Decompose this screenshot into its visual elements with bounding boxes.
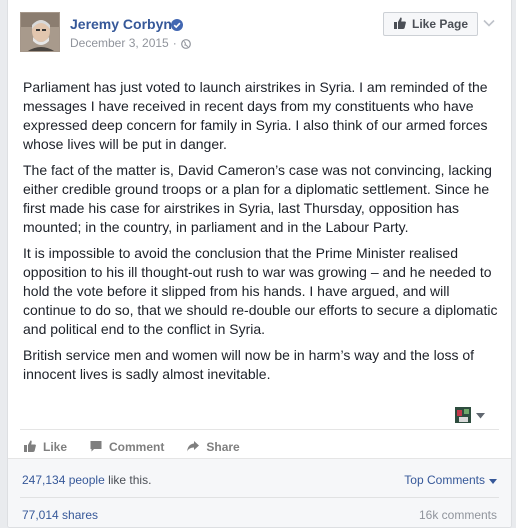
likes-summary: 247,134 people like this.	[22, 473, 151, 487]
user-avatar	[455, 407, 471, 423]
comment-label: Comment	[109, 440, 165, 454]
chevron-down-icon[interactable]	[482, 16, 496, 30]
comment-button[interactable]: Comment	[89, 437, 164, 457]
divider	[20, 429, 499, 430]
post-footer: 247,134 people like this. Top Comments 7…	[8, 458, 511, 527]
share-icon	[186, 439, 200, 456]
post-paragraph: It is impossible to avoid the conclusion…	[23, 245, 498, 337]
comments-count[interactable]: 16k comments	[419, 508, 497, 522]
meta-separator: ·	[172, 36, 177, 50]
post-actions: Like Comment Share	[23, 437, 262, 457]
like-button[interactable]: Like	[23, 437, 67, 457]
page-name[interactable]: Jeremy Corbyn	[70, 16, 172, 32]
likes-suffix: like this.	[104, 473, 152, 487]
top-comments-label: Top Comments	[404, 473, 485, 487]
comment-icon	[89, 439, 103, 456]
post-paragraph: British service men and women will now b…	[23, 347, 475, 382]
post-paragraph: Parliament has just voted to launch airs…	[23, 79, 488, 152]
like-label: Like	[43, 440, 68, 454]
post-date[interactable]: December 3, 2015	[70, 36, 169, 50]
caret-down-icon	[476, 406, 485, 424]
post-as-selector[interactable]	[455, 406, 485, 424]
divider	[20, 497, 499, 498]
thumbs-up-icon	[23, 439, 37, 456]
share-button[interactable]: Share	[186, 437, 240, 457]
shares-count[interactable]: 77,014 shares	[22, 508, 98, 522]
post-card: Jeremy Corbyn December 3, 2015 · Like Pa…	[7, 0, 512, 528]
top-comments-dropdown[interactable]: Top Comments	[404, 473, 497, 487]
likes-count[interactable]: 247,134 people	[22, 473, 105, 487]
thumbs-up-icon	[393, 16, 407, 33]
post-meta: December 3, 2015 ·	[70, 36, 191, 50]
verified-badge-icon	[171, 18, 183, 36]
like-page-button[interactable]: Like Page	[383, 12, 478, 36]
globe-icon	[180, 38, 191, 49]
page-avatar[interactable]	[20, 12, 60, 52]
post-paragraph: The fact of the matter is, David Cameron…	[23, 162, 492, 235]
like-page-label: Like Page	[411, 17, 469, 31]
post-body: Parliament has just voted to launch airs…	[23, 78, 501, 391]
share-label: Share	[206, 440, 240, 454]
caret-down-icon	[489, 473, 497, 487]
